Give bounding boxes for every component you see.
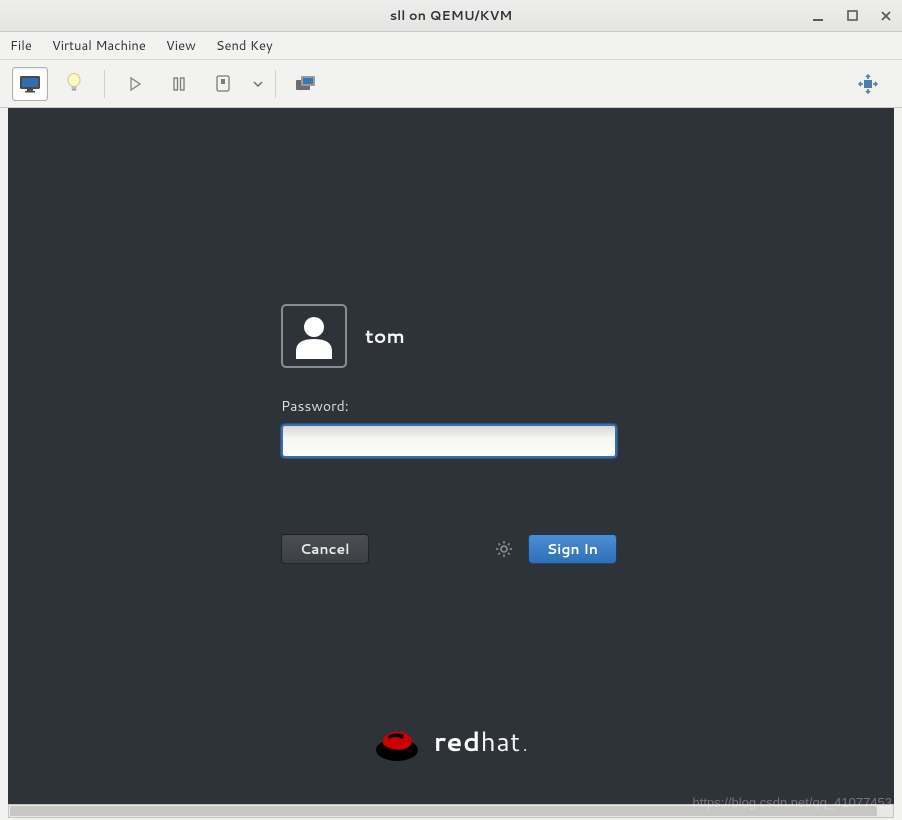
window-controls [808, 0, 896, 31]
titlebar: sll on QEMU/KVM [0, 0, 902, 32]
password-input[interactable] [281, 424, 617, 458]
password-label: Password: [281, 396, 621, 416]
maximize-button[interactable] [842, 6, 862, 26]
details-view-button[interactable] [56, 67, 92, 101]
close-button[interactable] [876, 6, 896, 26]
minimize-button[interactable] [808, 6, 828, 26]
window-title: sll on QEMU/KVM [390, 7, 513, 25]
menu-view[interactable]: View [166, 37, 196, 55]
gdm-login-screen: tom Password: Cancel [8, 108, 894, 804]
pause-icon [173, 77, 185, 91]
user-icon [292, 313, 336, 359]
fullscreen-button[interactable] [850, 67, 886, 101]
horizontal-scrollbar[interactable] [8, 804, 894, 818]
cancel-button[interactable]: Cancel [281, 534, 369, 564]
brand-dot: . [523, 731, 529, 757]
scrollbar-thumb[interactable] [10, 806, 877, 816]
monitor-icon [19, 75, 41, 93]
login-panel: tom Password: Cancel [281, 304, 621, 564]
shutdown-button[interactable] [205, 67, 241, 101]
run-button[interactable] [117, 67, 153, 101]
redhat-wordmark: redhat. [434, 724, 528, 760]
menu-file[interactable]: File [10, 37, 32, 55]
vm-viewer-window: sll on QEMU/KVM File Virtual Machine Vie… [0, 0, 902, 820]
snapshots-icon [295, 75, 317, 93]
gear-icon [495, 540, 513, 558]
console-view-button[interactable] [12, 67, 48, 101]
toolbar-separator [104, 70, 105, 98]
fullscreen-icon [858, 74, 878, 94]
play-icon [128, 77, 142, 91]
toolbar-separator [275, 70, 276, 98]
redhat-logo-icon [374, 722, 420, 762]
shutdown-icon [214, 74, 232, 94]
selected-user-row: tom [281, 304, 621, 368]
vm-display[interactable]: tom Password: Cancel [8, 108, 894, 804]
toolbar [0, 60, 902, 108]
shutdown-dropdown[interactable] [205, 67, 263, 101]
lightbulb-icon [66, 73, 82, 95]
menu-send-key[interactable]: Send Key [216, 37, 273, 55]
avatar [281, 304, 347, 368]
brand-bold: red [434, 724, 481, 760]
sign-in-button[interactable]: Sign In [528, 534, 617, 564]
menu-virtual-machine[interactable]: Virtual Machine [52, 37, 146, 55]
session-options-button[interactable] [494, 539, 514, 559]
username-label: tom [365, 323, 405, 350]
login-button-row: Cancel Sign In [281, 534, 617, 564]
pause-button[interactable] [161, 67, 197, 101]
chevron-down-icon [253, 81, 263, 87]
menubar: File Virtual Machine View Send Key [0, 32, 902, 60]
snapshots-button[interactable] [288, 67, 324, 101]
redhat-branding: redhat. [8, 722, 894, 762]
brand-light: hat [481, 724, 521, 760]
